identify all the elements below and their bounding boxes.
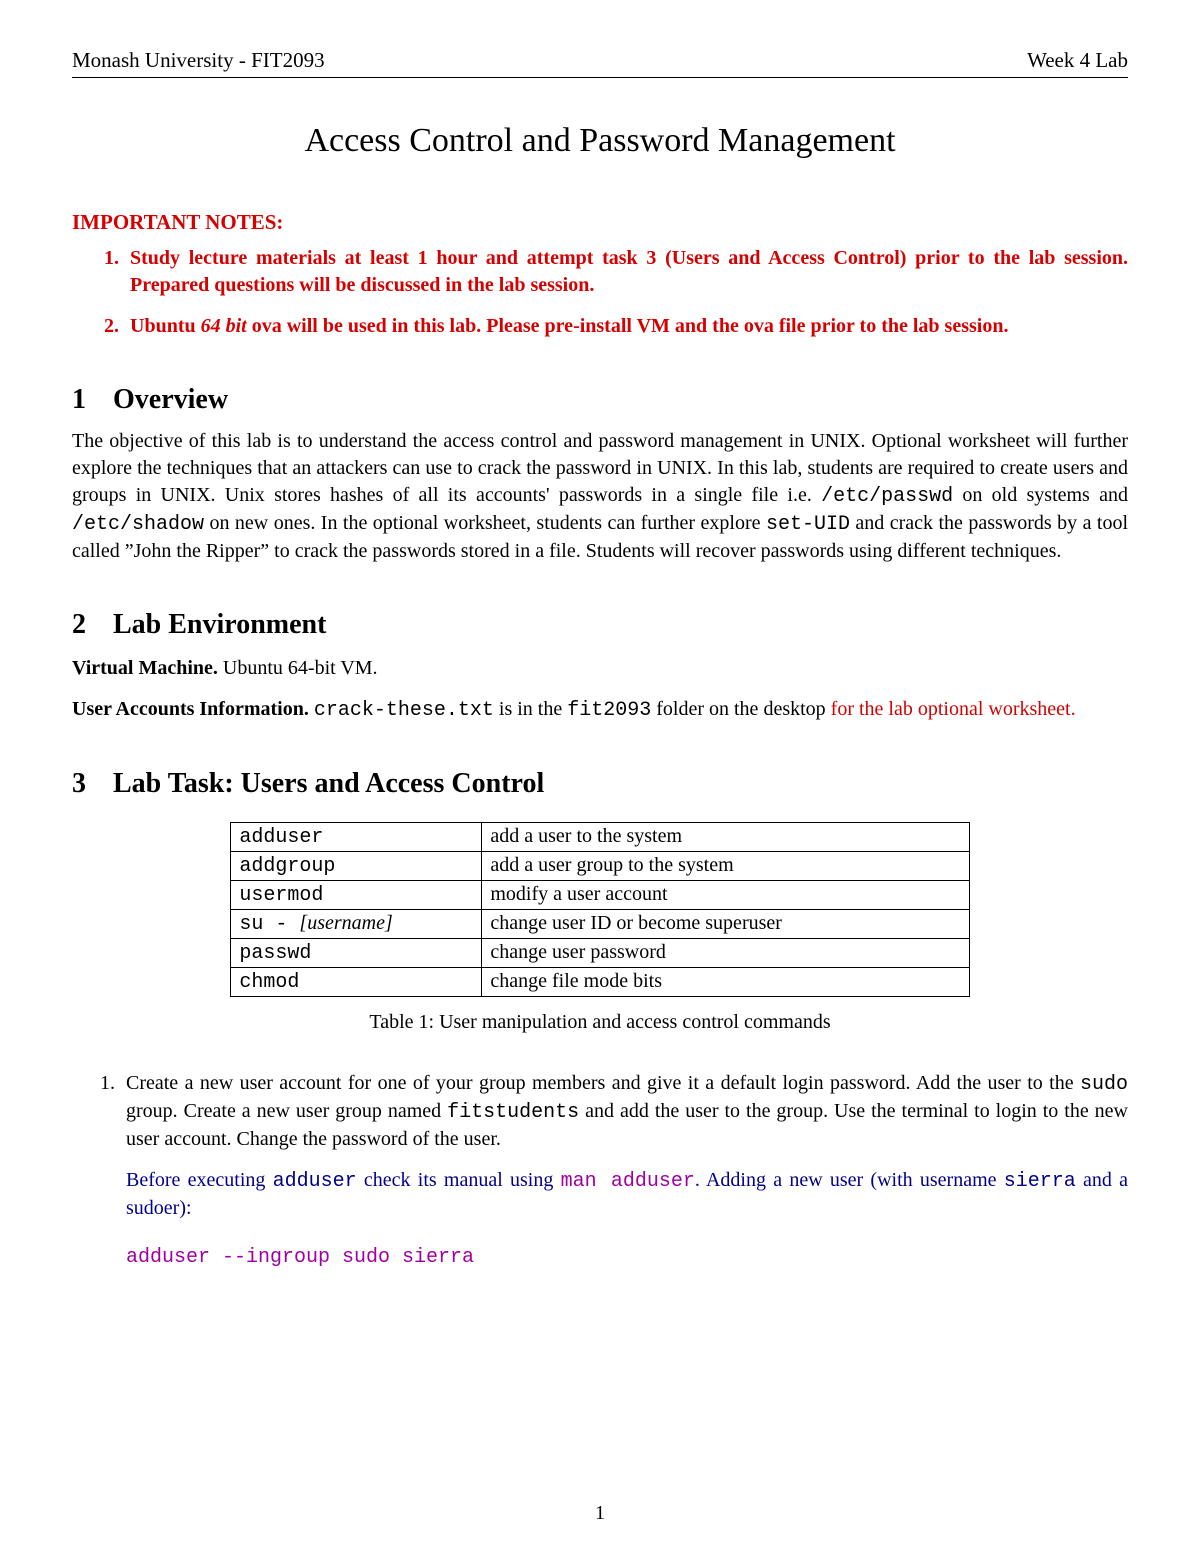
task-step-1-note: Before executing adduser check its manua… — [126, 1167, 1128, 1222]
task-step-1: Create a new user account for one of you… — [120, 1070, 1128, 1271]
commands-table: adduser add a user to the system addgrou… — [230, 822, 969, 997]
task-steps-list: Create a new user account for one of you… — [72, 1070, 1128, 1271]
text: on old systems and — [953, 484, 1128, 506]
table-row: su - [username] change user ID or become… — [231, 910, 969, 939]
table-row: addgroup add a user group to the system — [231, 852, 969, 881]
note-text-em: 64 bit — [201, 315, 247, 337]
cmd-arg: [username] — [299, 912, 392, 934]
important-note-2: Ubuntu 64 bit ova will be used in this l… — [124, 313, 1128, 340]
text: on new ones. In the optional worksheet, … — [204, 512, 766, 534]
label-user-accounts: User Accounts Information. — [72, 698, 309, 720]
section-env-heading: 2 Lab Environment — [72, 609, 1128, 641]
desc-cell: add a user group to the system — [482, 852, 969, 881]
section-overview-heading: 1 Overview — [72, 384, 1128, 416]
command-line: adduser --ingroup sudo sierra — [126, 1244, 1128, 1271]
cmd-cell: addgroup — [231, 852, 482, 881]
text: Before executing — [126, 1169, 273, 1191]
cmd-cell: adduser — [231, 823, 482, 852]
section-number: 1 — [72, 384, 106, 416]
important-notes-label: IMPORTANT NOTES: — [72, 210, 1128, 235]
important-notes-list: Study lecture materials at least 1 hour … — [72, 245, 1128, 340]
table-row: chmod change file mode bits — [231, 968, 969, 997]
cmd-cell: chmod — [231, 968, 482, 997]
section-number: 2 — [72, 609, 106, 641]
running-header: Monash University - FIT2093 Week 4 Lab — [72, 48, 1128, 78]
text: Ubuntu 64-bit VM. — [218, 657, 378, 679]
cmd-cell: su - [username] — [231, 910, 482, 939]
table-row: adduser add a user to the system — [231, 823, 969, 852]
env-user-accounts-line: User Accounts Information. crack-these.t… — [72, 696, 1128, 724]
document-title: Access Control and Password Management — [72, 122, 1128, 160]
text: folder on the desktop — [651, 698, 830, 720]
code-man-adduser: man adduser — [561, 1170, 695, 1193]
env-vm-line: Virtual Machine. Ubuntu 64-bit VM. — [72, 655, 1128, 682]
cmd: addgroup — [239, 855, 335, 878]
table-row: passwd change user password — [231, 939, 969, 968]
section-number: 3 — [72, 768, 106, 800]
note-text: Study lecture materials at least 1 hour … — [130, 247, 1128, 296]
header-right: Week 4 Lab — [1027, 48, 1128, 73]
cmd: chmod — [239, 971, 299, 994]
section-title: Lab Task: Users and Access Control — [113, 768, 544, 799]
code-fit2093: fit2093 — [567, 699, 651, 722]
desc-cell: modify a user account — [482, 881, 969, 910]
desc-cell: change user password — [482, 939, 969, 968]
text-red: for the lab optional worksheet. — [831, 698, 1076, 720]
code-set-uid: set-UID — [766, 513, 850, 536]
note-text-post: ova will be used in this lab. Please pre… — [247, 315, 1009, 337]
page-number: 1 — [0, 1502, 1200, 1525]
table-row: usermod modify a user account — [231, 881, 969, 910]
code-crack-these: crack-these.txt — [314, 699, 494, 722]
cmd: passwd — [239, 942, 311, 965]
page: Monash University - FIT2093 Week 4 Lab A… — [0, 0, 1200, 1553]
text: group. Create a new user group named — [126, 1100, 447, 1122]
text: check its manual using — [357, 1169, 561, 1191]
cmd: adduser — [239, 826, 323, 849]
note-text-pre: Ubuntu — [130, 315, 201, 337]
cmd-cell: passwd — [231, 939, 482, 968]
section-task-heading: 3 Lab Task: Users and Access Control — [72, 768, 1128, 800]
text: . Adding a new user (with username — [695, 1169, 1004, 1191]
section-title: Overview — [113, 384, 228, 415]
overview-paragraph: The objective of this lab is to understa… — [72, 428, 1128, 565]
label-virtual-machine: Virtual Machine. — [72, 657, 218, 679]
text: is in the — [494, 698, 567, 720]
desc-cell: add a user to the system — [482, 823, 969, 852]
code-sudo: sudo — [1080, 1073, 1128, 1096]
code-fitstudents: fitstudents — [447, 1101, 579, 1124]
cmd: su - — [239, 913, 299, 936]
code-adduser: adduser — [273, 1170, 357, 1193]
code-etc-passwd: /etc/passwd — [821, 485, 953, 508]
code-etc-shadow: /etc/shadow — [72, 513, 204, 536]
desc-cell: change user ID or become superuser — [482, 910, 969, 939]
cmd: usermod — [239, 884, 323, 907]
cmd-cell: usermod — [231, 881, 482, 910]
code-sierra: sierra — [1004, 1170, 1076, 1193]
important-note-1: Study lecture materials at least 1 hour … — [124, 245, 1128, 299]
section-title: Lab Environment — [113, 609, 326, 640]
text: Create a new user account for one of you… — [126, 1072, 1080, 1094]
desc-cell: change file mode bits — [482, 968, 969, 997]
header-left: Monash University - FIT2093 — [72, 48, 325, 73]
table-caption: Table 1: User manipulation and access co… — [72, 1011, 1128, 1034]
